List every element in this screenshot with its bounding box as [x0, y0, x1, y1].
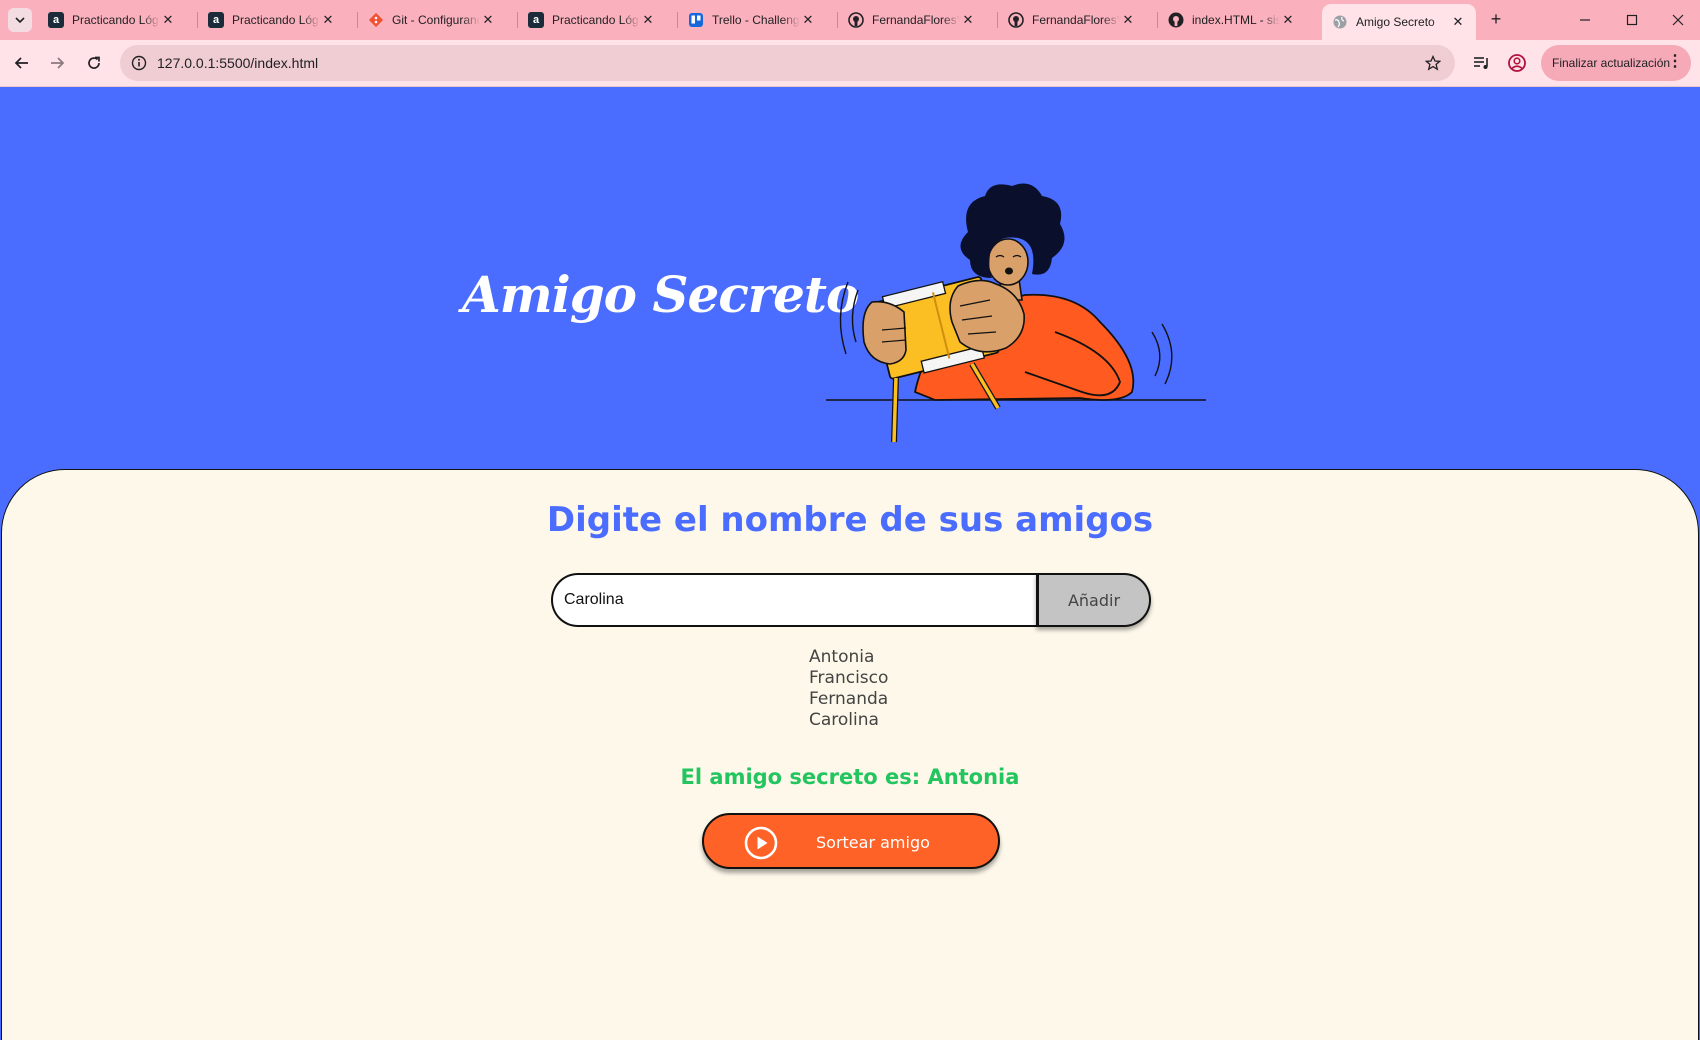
person-opening-box-illustration	[826, 183, 1206, 443]
draw-friend-button[interactable]: Sortear amigo	[702, 813, 1000, 869]
close-tab-icon[interactable]: ✕	[800, 12, 816, 28]
tab-index-html[interactable]: index.HTML - sistema ✕	[1158, 4, 1306, 36]
maximize-window-icon[interactable]	[1620, 8, 1644, 32]
new-tab-plus-icon[interactable]: +	[1486, 10, 1506, 30]
tab-trello-challenge[interactable]: Trello - Challenge ✕	[678, 4, 826, 36]
tab-amigo-secreto[interactable]: Amigo Secreto ✕	[1322, 4, 1476, 40]
tab-search-chevron-icon[interactable]	[8, 8, 32, 32]
hero-title: Amigo Secreto	[462, 265, 859, 324]
close-tab-icon[interactable]: ✕	[640, 12, 656, 28]
close-tab-icon[interactable]: ✕	[480, 12, 496, 28]
section-title: Digite el nombre de sus amigos	[546, 500, 1154, 540]
tab-practicando-logica-1[interactable]: a Practicando Lógica ✕	[38, 4, 186, 36]
github-icon	[1008, 12, 1024, 28]
tab-github-fernanda-2[interactable]: FernandaFloresV ✕	[998, 4, 1146, 36]
git-icon	[368, 12, 384, 28]
site-info-icon[interactable]	[129, 53, 149, 73]
browser-toolbar: 127.0.0.1:5500/index.html Finalizar actu…	[0, 40, 1700, 87]
address-bar[interactable]: 127.0.0.1:5500/index.html	[120, 45, 1455, 81]
alura-icon: a	[208, 12, 224, 28]
list-item: Antonia	[809, 647, 875, 667]
add-friend-button[interactable]: Añadir	[1036, 573, 1151, 627]
close-tab-icon[interactable]: ✕	[1120, 12, 1136, 28]
close-tab-icon[interactable]: ✕	[960, 12, 976, 28]
github-icon	[848, 12, 864, 28]
forward-arrow-icon[interactable]	[44, 50, 70, 76]
back-arrow-icon[interactable]	[9, 50, 35, 76]
github-icon	[1168, 12, 1184, 28]
finish-update-button[interactable]: Finalizar actualización ⋮	[1541, 45, 1691, 81]
list-item: Fernanda	[809, 689, 889, 709]
minimize-window-icon[interactable]	[1573, 8, 1597, 32]
more-menu-icon[interactable]: ⋮	[1667, 54, 1683, 70]
friend-input-group: Añadir	[551, 573, 1151, 627]
close-tab-icon[interactable]: ✕	[1450, 14, 1466, 30]
page-viewport: Amigo Secreto	[0, 87, 1700, 1040]
list-item: Francisco	[809, 668, 889, 688]
alura-icon: a	[48, 12, 64, 28]
url-text[interactable]: 127.0.0.1:5500/index.html	[157, 55, 318, 71]
close-window-icon[interactable]	[1666, 8, 1690, 32]
tab-github-fernanda-1[interactable]: FernandaFloresV ✕	[838, 4, 986, 36]
browser-tab-strip: a Practicando Lógica ✕ a Practicando Lóg…	[0, 0, 1700, 40]
finish-update-label: Finalizar actualización	[1552, 56, 1671, 70]
profile-avatar-icon[interactable]	[1505, 51, 1529, 75]
alura-icon: a	[528, 12, 544, 28]
tab-practicando-logica-2[interactable]: a Practicando Lógica ✕	[198, 4, 346, 36]
list-item: Carolina	[809, 710, 879, 730]
close-tab-icon[interactable]: ✕	[320, 12, 336, 28]
tab-practicando-logica-3[interactable]: a Practicando Lógica ✕	[518, 4, 666, 36]
reload-icon[interactable]	[81, 50, 107, 76]
play-circle-icon	[744, 826, 778, 860]
content-panel	[1, 469, 1699, 1040]
bookmark-star-icon[interactable]	[1423, 53, 1443, 73]
close-tab-icon[interactable]: ✕	[160, 12, 176, 28]
friend-name-input[interactable]	[551, 573, 1038, 627]
tab-git-configurando[interactable]: Git - Configurando ✕	[358, 4, 506, 36]
friends-list: Antonia Francisco Fernanda Carolina	[809, 647, 888, 731]
globe-icon	[1332, 14, 1348, 30]
trello-icon	[688, 12, 704, 28]
draw-friend-label: Sortear amigo	[816, 833, 930, 852]
reading-list-icon[interactable]	[1470, 51, 1494, 75]
result-text: El amigo secreto es: Antonia	[680, 765, 1020, 789]
close-tab-icon[interactable]: ✕	[1280, 12, 1296, 28]
